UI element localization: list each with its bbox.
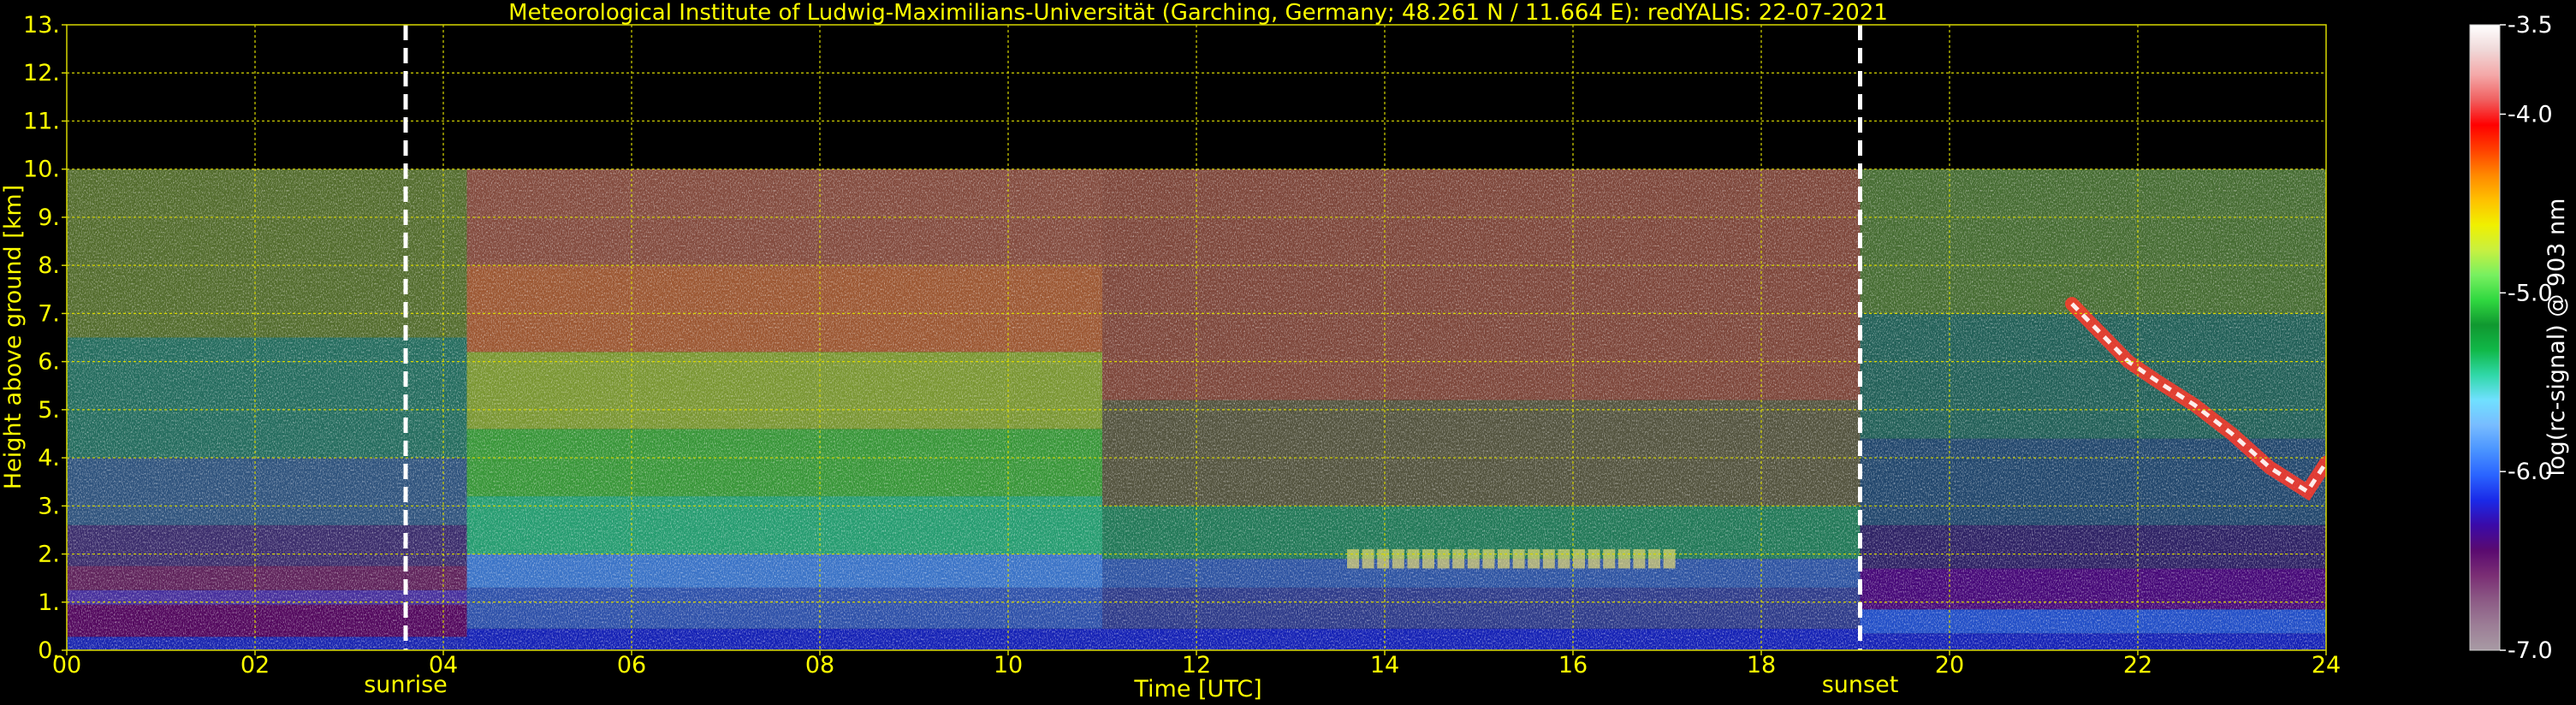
cloud-speck <box>1558 548 1570 569</box>
x-tick-label: 12 <box>1182 652 1211 678</box>
cloud-speck <box>1437 548 1450 569</box>
x-tick-label: 24 <box>2312 652 2341 678</box>
x-tick-label: 10 <box>994 652 1023 678</box>
cloud-speck <box>1377 548 1390 569</box>
y-tick-label: 2. <box>38 542 60 568</box>
y-tick-label: 7. <box>38 300 60 327</box>
cloud-speck <box>1633 548 1646 569</box>
y-axis-ticks: 0. 1. 2. 3. 4. 5. 6. 7. 8. 9. 10. 11. 12. 13. <box>23 12 67 664</box>
y-tick-label: 3. <box>38 493 60 519</box>
colorbar: -3.5-4.0-5.0-6.0-7.0 log(rc-signal) @ 90… <box>2469 12 2570 664</box>
cloud-speck <box>1347 548 1359 569</box>
y-tick-label: 8. <box>38 252 60 279</box>
y-tick-label: 0. <box>38 637 60 664</box>
cloud-speck <box>1467 548 1480 569</box>
colorbar-tick-label: -3.5 <box>2508 12 2553 39</box>
y-axis-label: Height above ground [km] <box>0 185 27 489</box>
y-tick-label: 5. <box>38 397 60 424</box>
plot-area: sunrise sunset <box>66 24 2327 698</box>
x-tick-label: 08 <box>805 652 834 678</box>
x-axis-label: Time [UTC] <box>1133 676 1261 702</box>
cloud-speck <box>1528 548 1540 569</box>
x-tick-label: 16 <box>1558 652 1588 678</box>
cloud-speck <box>1392 548 1404 569</box>
cloud-speck <box>1648 548 1660 569</box>
x-tick-label: 06 <box>617 652 646 678</box>
sun-event-label: sunset <box>1822 672 1899 698</box>
x-tick-label: 22 <box>2123 652 2152 678</box>
y-tick-label: 4. <box>38 445 60 471</box>
y-tick-label: 12. <box>23 60 60 86</box>
y-tick-label: 11. <box>23 108 60 134</box>
lidar-backscatter-chart: Meteorological Institute of Ludwig-Maxim… <box>0 0 2570 702</box>
x-tick-label: 20 <box>1935 652 1964 678</box>
cloud-speck <box>1422 548 1434 569</box>
cloud-speck <box>1588 548 1600 569</box>
y-tick-label: 13. <box>23 12 60 39</box>
y-tick-label: 1. <box>38 589 60 616</box>
cloud-speck <box>1452 548 1465 569</box>
cloud-speck <box>1407 548 1420 569</box>
x-tick-label: 04 <box>429 652 458 678</box>
cloud-speck <box>1542 548 1555 569</box>
cloud-speck <box>1512 548 1525 569</box>
x-tick-label: 14 <box>1370 652 1399 678</box>
colorbar-tick-label: -7.0 <box>2508 637 2553 664</box>
cloud-speck <box>1573 548 1585 569</box>
x-tick-label: 18 <box>1747 652 1776 678</box>
cloud-speck <box>1482 548 1495 569</box>
cloud-speck <box>1362 548 1374 569</box>
cloud-speck <box>1603 548 1616 569</box>
colorbar-label: log(rc-signal) @ 903 nm <box>2543 198 2570 477</box>
x-tick-label: 02 <box>240 652 270 678</box>
y-tick-label: 6. <box>38 349 60 376</box>
chart-title: Meteorological Institute of Ludwig-Maxim… <box>508 0 1888 26</box>
y-tick-label: 10. <box>23 157 60 183</box>
colorbar-tick-label: -4.0 <box>2508 101 2553 127</box>
y-tick-label: 9. <box>38 204 60 231</box>
cloud-speck <box>1663 548 1676 569</box>
colorbar-bar <box>2469 24 2501 651</box>
cloud-speck <box>1617 548 1630 569</box>
cloud-speck <box>1498 548 1510 569</box>
